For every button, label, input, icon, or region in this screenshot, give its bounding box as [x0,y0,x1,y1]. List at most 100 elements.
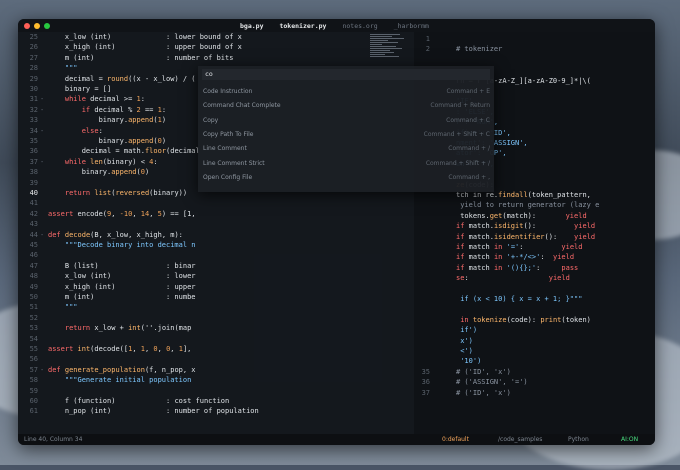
code-line[interactable] [414,55,655,65]
code-line[interactable]: 2 # tokenizer [414,44,655,54]
code-token: ], [182,345,192,353]
code-line[interactable]: 54 [18,334,414,344]
line-number: 37 [421,388,430,397]
fold-toggle-icon[interactable]: - [40,365,44,375]
code-line[interactable]: 51 """ [18,302,414,312]
command-label: Open Config File [203,173,253,181]
code-line[interactable]: 35 # ('ID', 'x') [414,367,655,377]
code-line[interactable]: 26 x_high (int) : upper bound of x [18,42,414,52]
code-line[interactable]: 56 [18,354,414,364]
code-text: return x_low + int(''.join(map [48,323,191,333]
code-line[interactable]: 60 f (function) : cost function [18,396,414,406]
code-token: : numbe [94,293,196,301]
code-line[interactable]: 55 assert int(decode([1, 1, 0, 0, 1], [18,344,414,354]
code-text: assert int(decode([1, 1, 0, 0, 1], [48,344,191,354]
fold-toggle-icon[interactable]: - [40,94,44,104]
code-line[interactable]: in tokenize(code): print(token) [414,315,655,325]
command-item[interactable]: Copy Command + C [198,114,494,127]
line-number: 36 [421,378,430,387]
branch-indicator[interactable]: 0:default [442,434,469,445]
tab-tokenizer-py[interactable]: tokenizer.py [279,22,326,30]
fold-toggle-icon[interactable]: - [40,230,44,240]
code-line[interactable]: 47 B (list) : binar [18,261,414,271]
code-text: in tokenize(code): print(token) [456,315,591,325]
command-item[interactable]: Open Config File Command + , [198,171,494,184]
code-text: if match in '=': yield [456,242,582,252]
code-token: yield [523,243,583,251]
line-number: 49 [29,282,38,291]
code-token: len [85,157,103,166]
code-line[interactable]: if match in '=': yield [414,242,655,252]
code-line[interactable]: <') [414,346,655,356]
code-line[interactable]: 36 # ('ASSIGN', '=') [414,377,655,387]
code-line[interactable]: if match.isdigit(): yield [414,221,655,231]
line-number: 40 [29,189,38,197]
code-token: yield [468,274,570,283]
code-line[interactable]: 53 return x_low + int(''.join(map [18,323,414,333]
code-line[interactable]: 59 [18,386,414,396]
code-line[interactable]: 49 x_high (int) : upper [18,282,414,292]
code-token: """ [48,64,78,73]
code-line[interactable]: 27 m (int) : number of bits [18,53,414,63]
code-text: <') [456,346,473,356]
tab-notes-org[interactable]: notes.org [342,22,377,30]
command-item[interactable]: Code Instruction Command + E [198,85,494,98]
fold-toggle-icon[interactable]: - [40,157,44,167]
code-line[interactable]: 25 x_low (int) : lower bound of x [18,32,414,42]
code-line[interactable]: if (x < 10) { x = x + 1; }""" [414,294,655,304]
code-line[interactable]: 46 [18,250,414,260]
code-line[interactable] [414,284,655,294]
tab-bga-py[interactable]: bga.py [240,22,263,30]
code-line[interactable]: 48 x_low (int) : lower [18,271,414,281]
fold-toggle-icon[interactable]: - [40,105,44,115]
code-token: , [111,209,120,218]
command-item[interactable]: Copy Path To File Command + Shift + C [198,128,494,141]
command-shortcut: Command + , [448,173,490,181]
code-line[interactable]: x') [414,336,655,346]
code-line[interactable]: if match.isidentifier(): yield [414,232,655,242]
status-bar: Line 40, Column 34 0:default /code_sampl… [18,434,655,445]
command-item[interactable]: Command Chat Complete Command + Return [198,99,494,112]
code-line[interactable]: 50 m (int) : numbe [18,292,414,302]
code-line[interactable]: 58 """Generate initial population [18,375,414,385]
code-line[interactable]: 1 [414,34,655,44]
ai-status[interactable]: AI:ON [621,434,638,445]
code-line[interactable]: 45 """Decode binary into decimal n [18,240,414,250]
code-line[interactable]: 43 [18,219,414,229]
close-button[interactable] [24,22,30,29]
code-line[interactable]: tokens.get(match): yield [414,211,655,221]
code-line[interactable]: yield to return generator (lazy e [414,200,655,210]
code-line[interactable]: 37 # ('ID', 'x') [414,388,655,398]
code-line[interactable]: se: yield [414,273,655,283]
command-item[interactable]: Line Comment Strict Command + Shift + / [198,157,494,170]
code-line[interactable]: '10') [414,356,655,366]
code-token: (binary)) [149,189,188,197]
code-token: """Decode binary into decimal n [48,241,196,249]
code-text: """Generate initial population [48,375,191,385]
code-line[interactable] [414,304,655,314]
code-text: x') [456,336,473,346]
code-line[interactable]: 52 [18,313,414,323]
code-line[interactable]: if match in '(){};': pass [414,263,655,273]
command-palette-input[interactable]: co [202,69,490,80]
code-line[interactable]: if match in '+-*/<>': yield [414,252,655,262]
maximize-button[interactable] [44,22,50,29]
code-line[interactable]: 44- def decode(B, x_low, x_high, m): [18,230,414,240]
code-line[interactable]: 61 n_pop (int) : number of population [18,406,414,416]
line-number: 60 [29,397,38,405]
code-token: append [128,137,154,145]
project-path[interactable]: /code_samples [498,434,542,445]
line-number: 31 [29,95,38,104]
code-line[interactable]: 41 [18,198,414,208]
code-token: yield [544,253,575,262]
minimize-button[interactable] [34,22,40,29]
code-line[interactable]: if') [414,325,655,335]
command-item[interactable]: Line Comment Command + / [198,142,494,155]
code-line[interactable]: 57- def generate_population(f, n_pop, x [18,365,414,375]
code-token: (''.join(map [140,324,192,333]
language-mode[interactable]: Python [568,434,589,445]
fold-toggle-icon[interactable]: - [40,126,44,136]
code-line[interactable]: 42 assert encode(9, -10, 14, 5) == [1, [18,209,414,219]
tab--harbormm[interactable]: _harbormm [394,22,429,30]
code-token: , [170,345,179,353]
